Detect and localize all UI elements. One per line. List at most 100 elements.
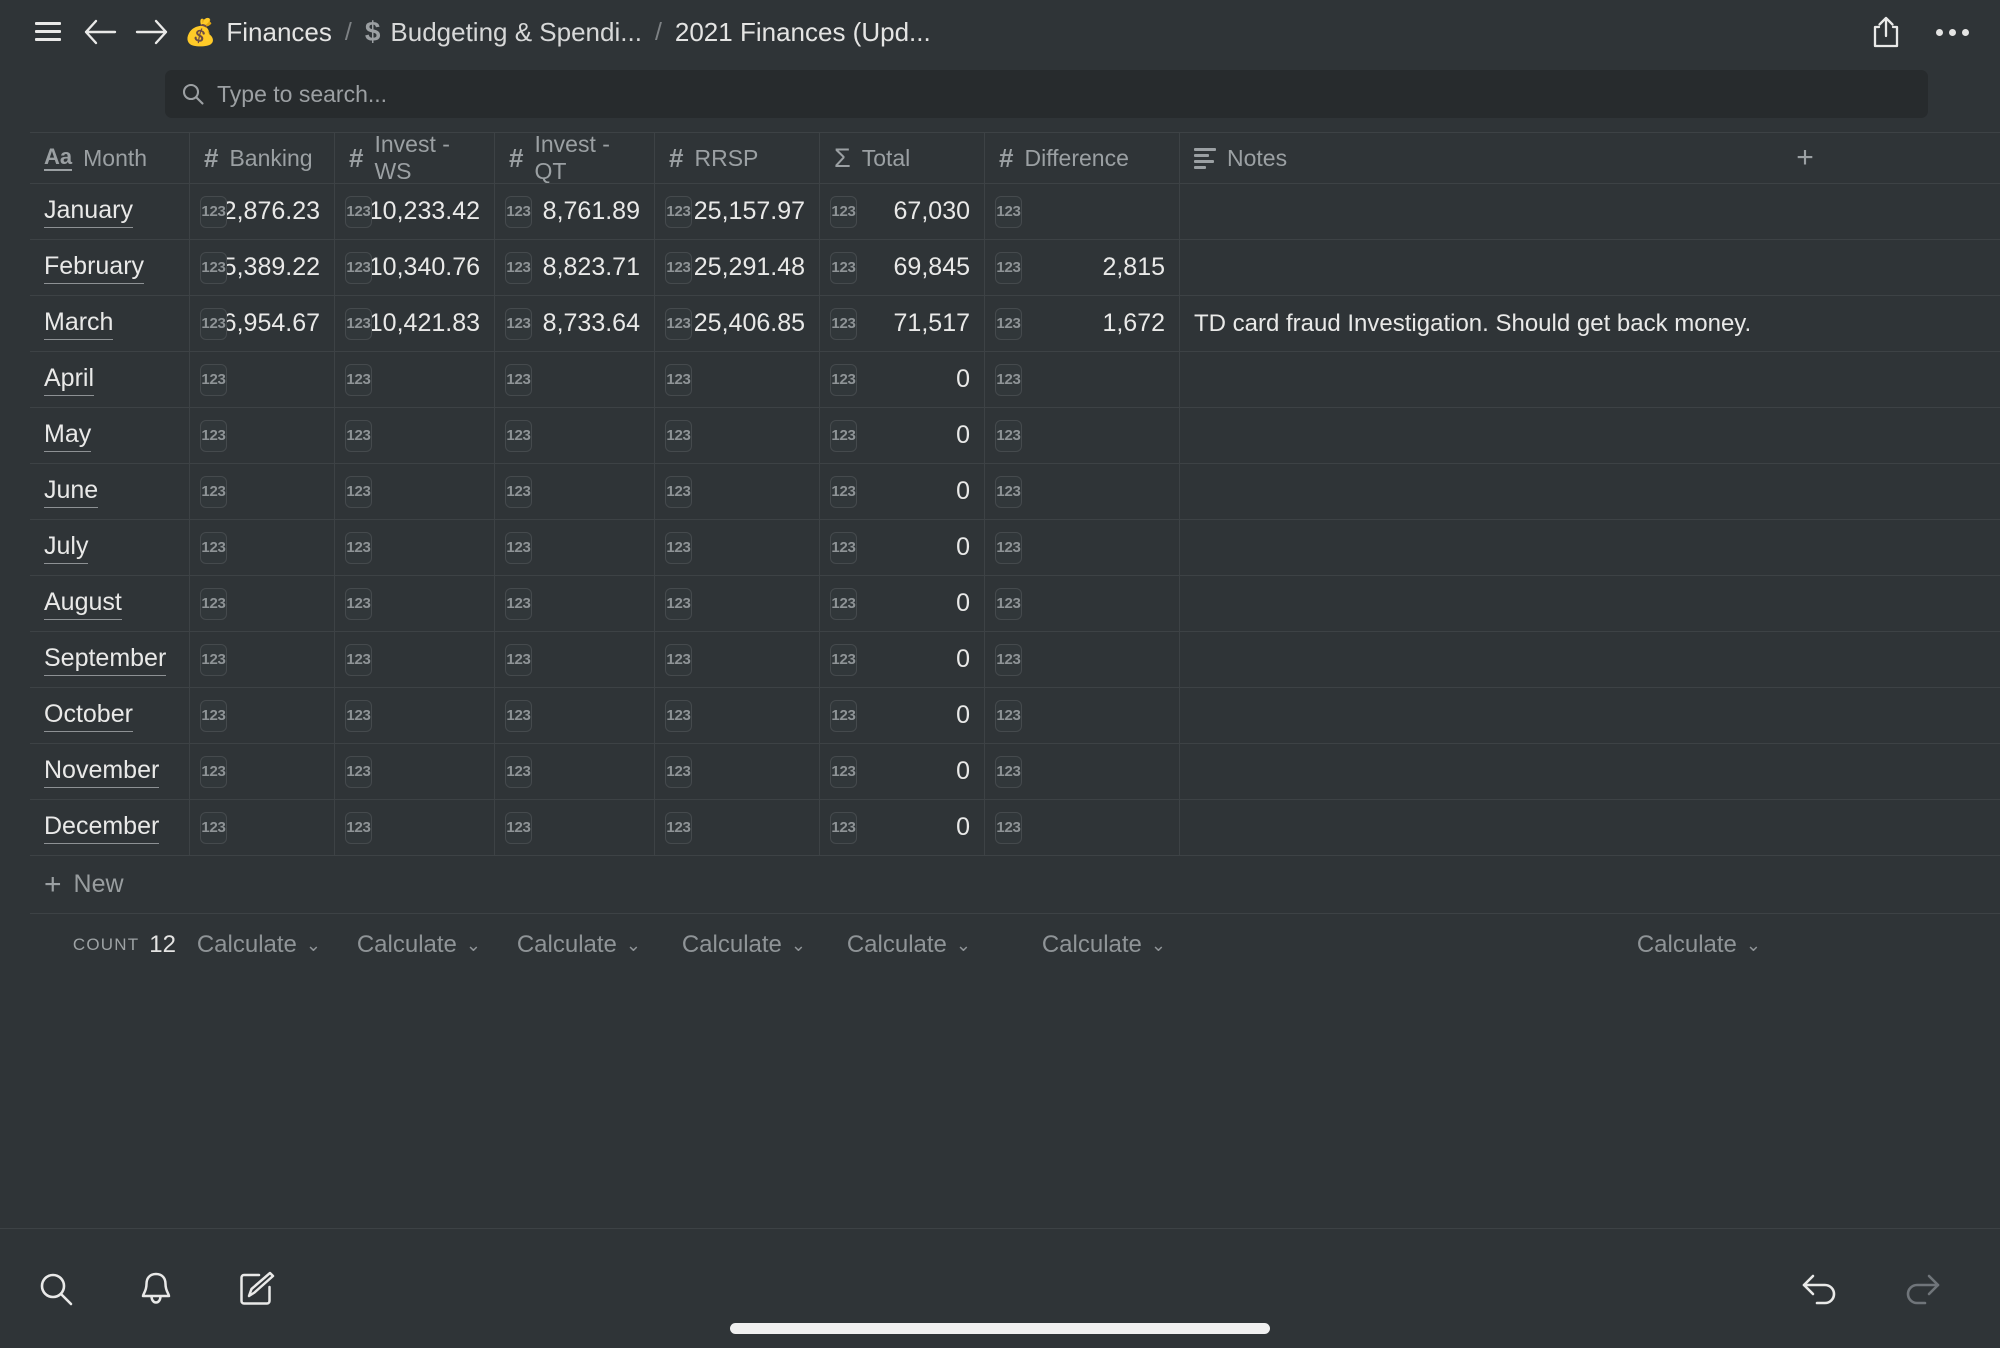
cell-rrsp[interactable]: 123 [655,576,820,631]
cell-invest-qt[interactable]: 1238,823.71 [495,240,655,295]
cell-rrsp[interactable]: 12325,406.85 [655,296,820,351]
cell-total[interactable]: 12371,517 [820,296,985,351]
table-row[interactable]: February12325,389.2212310,340.761238,823… [30,240,2000,296]
cell-difference[interactable]: 123 [985,352,1180,407]
footer-calculate-invest-ws[interactable]: Calculate ⌄ [335,914,495,976]
cell-rrsp[interactable]: 12325,291.48 [655,240,820,295]
column-header-banking[interactable]: # Banking [190,133,335,183]
add-new-row-button[interactable]: + New [30,856,2000,914]
cell-notes[interactable] [1180,800,1775,855]
cell-invest-ws[interactable]: 12310,340.76 [335,240,495,295]
cell-invest-qt[interactable]: 123 [495,632,655,687]
redo-button[interactable] [1896,1263,1948,1315]
column-header-rrsp[interactable]: # RRSP [655,133,820,183]
bottom-search-button[interactable] [30,1263,82,1315]
cell-notes[interactable] [1180,632,1775,687]
cell-total[interactable]: 1230 [820,352,985,407]
cell-total[interactable]: 1230 [820,632,985,687]
cell-total[interactable]: 12369,845 [820,240,985,295]
cell-total[interactable]: 12367,030 [820,184,985,239]
add-column-button[interactable]: + [1775,133,1835,183]
footer-calculate-notes[interactable]: Calculate ⌄ [1180,914,1775,976]
cell-month[interactable]: July [30,520,190,575]
cell-month[interactable]: November [30,744,190,799]
table-row[interactable]: July1231231231231230123 [30,520,2000,576]
cell-total[interactable]: 1230 [820,576,985,631]
row-title-link[interactable]: June [44,476,98,508]
cell-invest-qt[interactable]: 123 [495,744,655,799]
cell-total[interactable]: 1230 [820,464,985,519]
row-title-link[interactable]: September [44,644,166,676]
cell-notes[interactable] [1180,184,1775,239]
cell-month[interactable]: December [30,800,190,855]
hamburger-menu-button[interactable] [22,6,74,58]
cell-banking[interactable]: 123 [190,576,335,631]
row-title-link[interactable]: August [44,588,122,620]
table-row[interactable]: April1231231231231230123 [30,352,2000,408]
cell-invest-ws[interactable]: 123 [335,744,495,799]
cell-month[interactable]: August [30,576,190,631]
cell-invest-ws[interactable]: 123 [335,352,495,407]
table-row[interactable]: August1231231231231230123 [30,576,2000,632]
cell-notes[interactable] [1180,408,1775,463]
cell-difference[interactable]: 123 [985,576,1180,631]
cell-difference[interactable]: 123 [985,744,1180,799]
notifications-button[interactable] [130,1263,182,1315]
cell-total[interactable]: 1230 [820,744,985,799]
cell-month[interactable]: February [30,240,190,295]
new-note-button[interactable] [230,1263,282,1315]
cell-month[interactable]: May [30,408,190,463]
cell-difference[interactable]: 123 [985,408,1180,463]
table-row[interactable]: March12326,954.6712310,421.831238,733.64… [30,296,2000,352]
cell-banking[interactable]: 123 [190,688,335,743]
column-header-total[interactable]: Σ Total [820,133,985,183]
table-row[interactable]: January12322,876.2312310,233.421238,761.… [30,184,2000,240]
cell-banking[interactable]: 12322,876.23 [190,184,335,239]
footer-calculate-invest-qt[interactable]: Calculate ⌄ [495,914,655,976]
cell-total[interactable]: 1230 [820,800,985,855]
cell-invest-ws[interactable]: 123 [335,688,495,743]
cell-invest-ws[interactable]: 123 [335,632,495,687]
row-title-link[interactable]: May [44,420,91,452]
cell-difference[interactable]: 123 [985,632,1180,687]
back-button[interactable] [74,6,126,58]
cell-difference[interactable]: 123 [985,520,1180,575]
cell-invest-ws[interactable]: 123 [335,800,495,855]
search-input[interactable]: Type to search... [165,70,1928,118]
cell-rrsp[interactable]: 123 [655,464,820,519]
forward-button[interactable] [126,6,178,58]
table-row[interactable]: May1231231231231230123 [30,408,2000,464]
share-button[interactable] [1860,6,1912,58]
cell-banking[interactable]: 123 [190,632,335,687]
cell-notes[interactable] [1180,464,1775,519]
cell-difference[interactable]: 1231,672 [985,296,1180,351]
cell-banking[interactable]: 123 [190,464,335,519]
cell-difference[interactable]: 123 [985,464,1180,519]
cell-invest-qt[interactable]: 1238,733.64 [495,296,655,351]
cell-invest-ws[interactable]: 123 [335,520,495,575]
footer-count[interactable]: COUNT 12 [30,914,190,976]
cell-rrsp[interactable]: 123 [655,520,820,575]
row-title-link[interactable]: March [44,308,113,340]
row-title-link[interactable]: October [44,700,133,732]
cell-difference[interactable]: 123 [985,688,1180,743]
cell-invest-qt[interactable]: 123 [495,576,655,631]
cell-month[interactable]: March [30,296,190,351]
table-row[interactable]: November1231231231231230123 [30,744,2000,800]
column-header-invest-ws[interactable]: # Invest - WS [335,133,495,183]
cell-banking[interactable]: 123 [190,800,335,855]
cell-total[interactable]: 1230 [820,408,985,463]
row-title-link[interactable]: January [44,196,133,228]
more-options-button[interactable] [1926,6,1978,58]
cell-banking[interactable]: 123 [190,352,335,407]
cell-rrsp[interactable]: 123 [655,744,820,799]
footer-calculate-rrsp[interactable]: Calculate ⌄ [655,914,820,976]
cell-invest-ws[interactable]: 123 [335,464,495,519]
cell-total[interactable]: 1230 [820,520,985,575]
cell-invest-ws[interactable]: 123 [335,408,495,463]
cell-difference[interactable]: 123 [985,800,1180,855]
cell-notes[interactable] [1180,744,1775,799]
breadcrumb-item-current-page[interactable]: 2021 Finances (Upd... [675,17,931,48]
cell-difference[interactable]: 123 [985,184,1180,239]
cell-difference[interactable]: 1232,815 [985,240,1180,295]
